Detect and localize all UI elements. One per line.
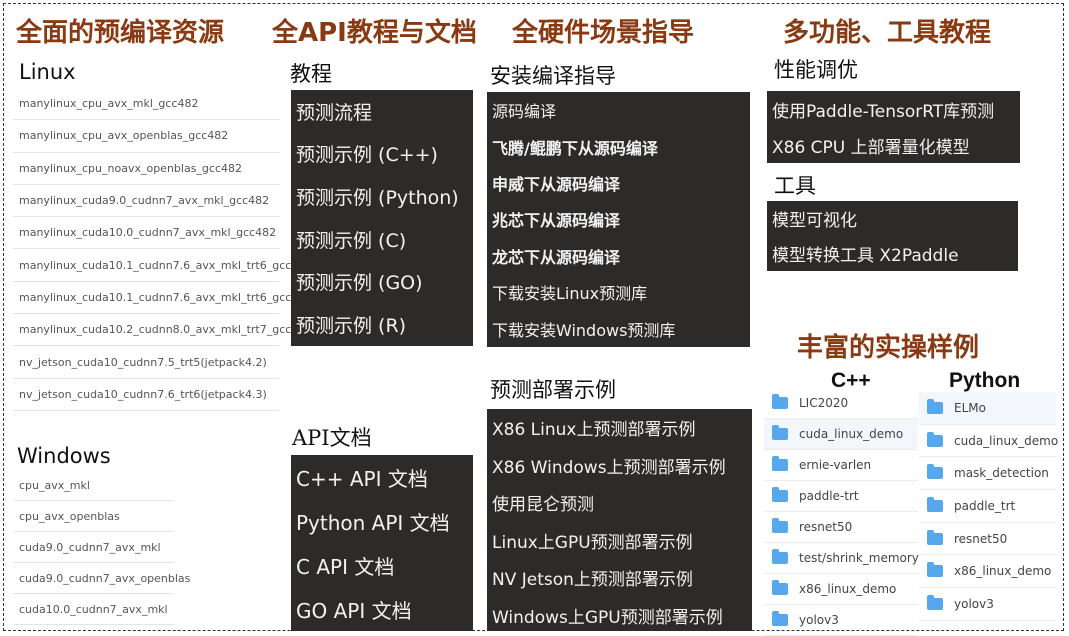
heading-examples: 丰富的实操样例 [797,333,980,363]
perf-title: 性能调优 [774,58,858,82]
deploy-box: X86 Linux上预测部署示例 X86 Windows上预测部署示例 使用昆仑… [487,409,752,631]
tutorial-item[interactable]: 预测示例 (R) [291,303,473,346]
windows-item[interactable]: cuda9.0_cudnn7_avx_openblas [13,563,190,594]
install-item[interactable]: 源码编译 [487,92,750,128]
apidoc-title: API文档 [292,426,372,450]
toolsec-box: 模型可视化 模型转换工具 X2Paddle [767,201,1018,271]
perf-item[interactable]: 使用Paddle-TensorRT库预测 [767,91,1020,128]
linux-title: Linux [19,60,76,84]
heading-tools: 多功能、工具教程 [783,18,992,48]
windows-title: Windows [17,444,111,468]
linux-item[interactable]: manylinux_cpu_avx_openblas_gcc482 [13,120,279,153]
deploy-title: 预测部署示例 [490,378,616,402]
tutorial-item[interactable]: 预测示例 (GO) [291,260,473,303]
toolsec-item[interactable]: 模型可视化 [767,201,1018,236]
install-item[interactable]: 龙芯下从源码编译 [487,238,750,274]
tutorial-item[interactable]: 预测示例 (Python) [291,175,473,218]
heading-prebuilt: 全面的预编译资源 [16,18,225,48]
folder-item[interactable]: ernie-varlen [764,450,918,481]
apidoc-item[interactable]: C++ API 文档 [291,455,473,499]
folder-icon [772,518,788,533]
deploy-item[interactable]: Linux上GPU预测部署示例 [487,522,752,560]
folder-item[interactable]: resnet50 [764,512,918,543]
tutorial-item[interactable]: 预测示例 (C++) [291,133,473,176]
folder-icon [927,496,943,512]
windows-item[interactable]: cuda9.0_cudnn7_avx_mkl [13,532,174,563]
folder-icon [927,431,943,447]
python-title: Python [949,369,1021,392]
windows-item[interactable]: cpu_avx_mkl [13,470,174,501]
folder-item[interactable]: cuda_linux_demo [919,425,1058,458]
apidoc-item[interactable]: Python API 文档 [291,499,473,543]
linux-item[interactable]: manylinux_cpu_noavx_openblas_gcc482 [13,153,279,185]
linux-item[interactable]: manylinux_cuda9.0_cudnn7_avx_mkl_gcc482 [13,185,279,218]
heading-hardware: 全硬件场景指导 [512,18,695,48]
folder-icon [927,529,943,545]
deploy-item[interactable]: X86 Linux上预测部署示例 [487,409,752,447]
folder-icon [772,549,788,564]
apidoc-item[interactable]: GO API 文档 [291,587,473,631]
folder-icon [772,456,788,471]
windows-item[interactable]: cpu_avx_openblas [13,501,174,532]
deploy-item[interactable]: 使用昆仑预测 [487,484,752,522]
folder-item[interactable]: x86_linux_demo [764,574,918,605]
deploy-item[interactable]: NV Jetson上预测部署示例 [487,559,752,597]
python-file-list: ELMo cuda_linux_demo mask_detection padd… [919,392,1058,621]
folder-icon [772,394,788,409]
tutorial-item[interactable]: 预测流程 [291,90,473,133]
folder-item[interactable]: yolov3 [764,605,918,636]
windows-item[interactable]: cuda10.0_cudnn7_avx_mkl [13,594,174,625]
folder-icon [927,562,943,578]
folder-item[interactable]: paddle_trt [919,490,1056,523]
linux-list: manylinux_cpu_avx_mkl_gcc482 manylinux_c… [13,88,312,411]
folder-item[interactable]: paddle-trt [764,481,918,512]
heading-api: 全API教程与文档 [272,18,477,48]
linux-item[interactable]: manylinux_cpu_avx_mkl_gcc482 [13,88,279,121]
install-item[interactable]: 飞腾/鲲鹏下从源码编译 [487,128,750,164]
linux-item[interactable]: manylinux_cuda10.1_cudnn7.6_avx_mkl_trt6… [13,249,312,282]
folder-icon [772,487,788,502]
apidoc-item[interactable]: C API 文档 [291,543,473,587]
tutorial-box: 预测流程 预测示例 (C++) 预测示例 (Python) 预测示例 (C) 预… [291,90,473,346]
folder-icon [927,594,943,610]
perf-item[interactable]: X86 CPU 上部署量化模型 [767,128,1020,163]
windows-list: cpu_avx_mkl cpu_avx_openblas cuda9.0_cud… [13,470,190,625]
cpp-file-list: LIC2020 cuda_linux_demo ernie-varlen pad… [764,388,919,636]
toolsec-title: 工具 [774,174,816,198]
perf-box: 使用Paddle-TensorRT库预测 X86 CPU 上部署量化模型 [767,91,1020,163]
folder-item[interactable]: mask_detection [919,457,1056,491]
folder-item[interactable]: LIC2020 [764,388,918,419]
toolsec-item[interactable]: 模型转换工具 X2Paddle [767,236,1018,271]
linux-item[interactable]: manylinux_cuda10.0_cudnn7_avx_mkl_gcc482 [13,217,279,250]
tutorial-item[interactable]: 预测示例 (C) [291,218,473,261]
linux-item[interactable]: nv_jetson_cuda10_cudnn7.6_trt6(jetpack4.… [13,379,279,411]
folder-icon [772,580,788,595]
folder-item[interactable]: cuda_linux_demo [764,419,918,450]
tutorial-title: 教程 [290,62,332,86]
folder-icon [927,464,943,480]
folder-item[interactable]: resnet50 [919,523,1056,556]
folder-item[interactable]: x86_linux_demo [919,555,1056,589]
linux-item[interactable]: manylinux_cuda10.2_cudnn8.0_avx_mkl_trt7… [13,314,305,347]
deploy-item[interactable]: X86 Windows上预测部署示例 [487,447,752,485]
install-title: 安装编译指导 [490,64,616,88]
folder-item[interactable]: ELMo [919,392,1056,425]
install-box: 源码编译 飞腾/鲲鹏下从源码编译 申威下从源码编译 兆芯下从源码编译 龙芯下从源… [487,92,750,347]
install-item[interactable]: 下载安装Linux预测库 [487,274,750,310]
folder-item[interactable]: yolov3 [919,588,1056,621]
linux-item[interactable]: nv_jetson_cuda10_cudnn7.5_trt5(jetpack4.… [13,346,279,379]
folder-icon [772,425,788,440]
folder-icon [772,611,788,626]
deploy-item[interactable]: Windows上GPU预测部署示例 [487,597,752,635]
apidoc-box: C++ API 文档 Python API 文档 C API 文档 GO API… [291,455,473,631]
install-item[interactable]: 下载安装Windows预测库 [487,310,750,346]
folder-item[interactable]: test/shrink_memory [764,543,919,574]
install-item[interactable]: 兆芯下从源码编译 [487,201,750,237]
linux-item[interactable]: manylinux_cuda10.1_cudnn7.6_avx_mkl_trt6… [13,282,305,315]
folder-icon [927,398,943,414]
install-item[interactable]: 申威下从源码编译 [487,165,750,201]
